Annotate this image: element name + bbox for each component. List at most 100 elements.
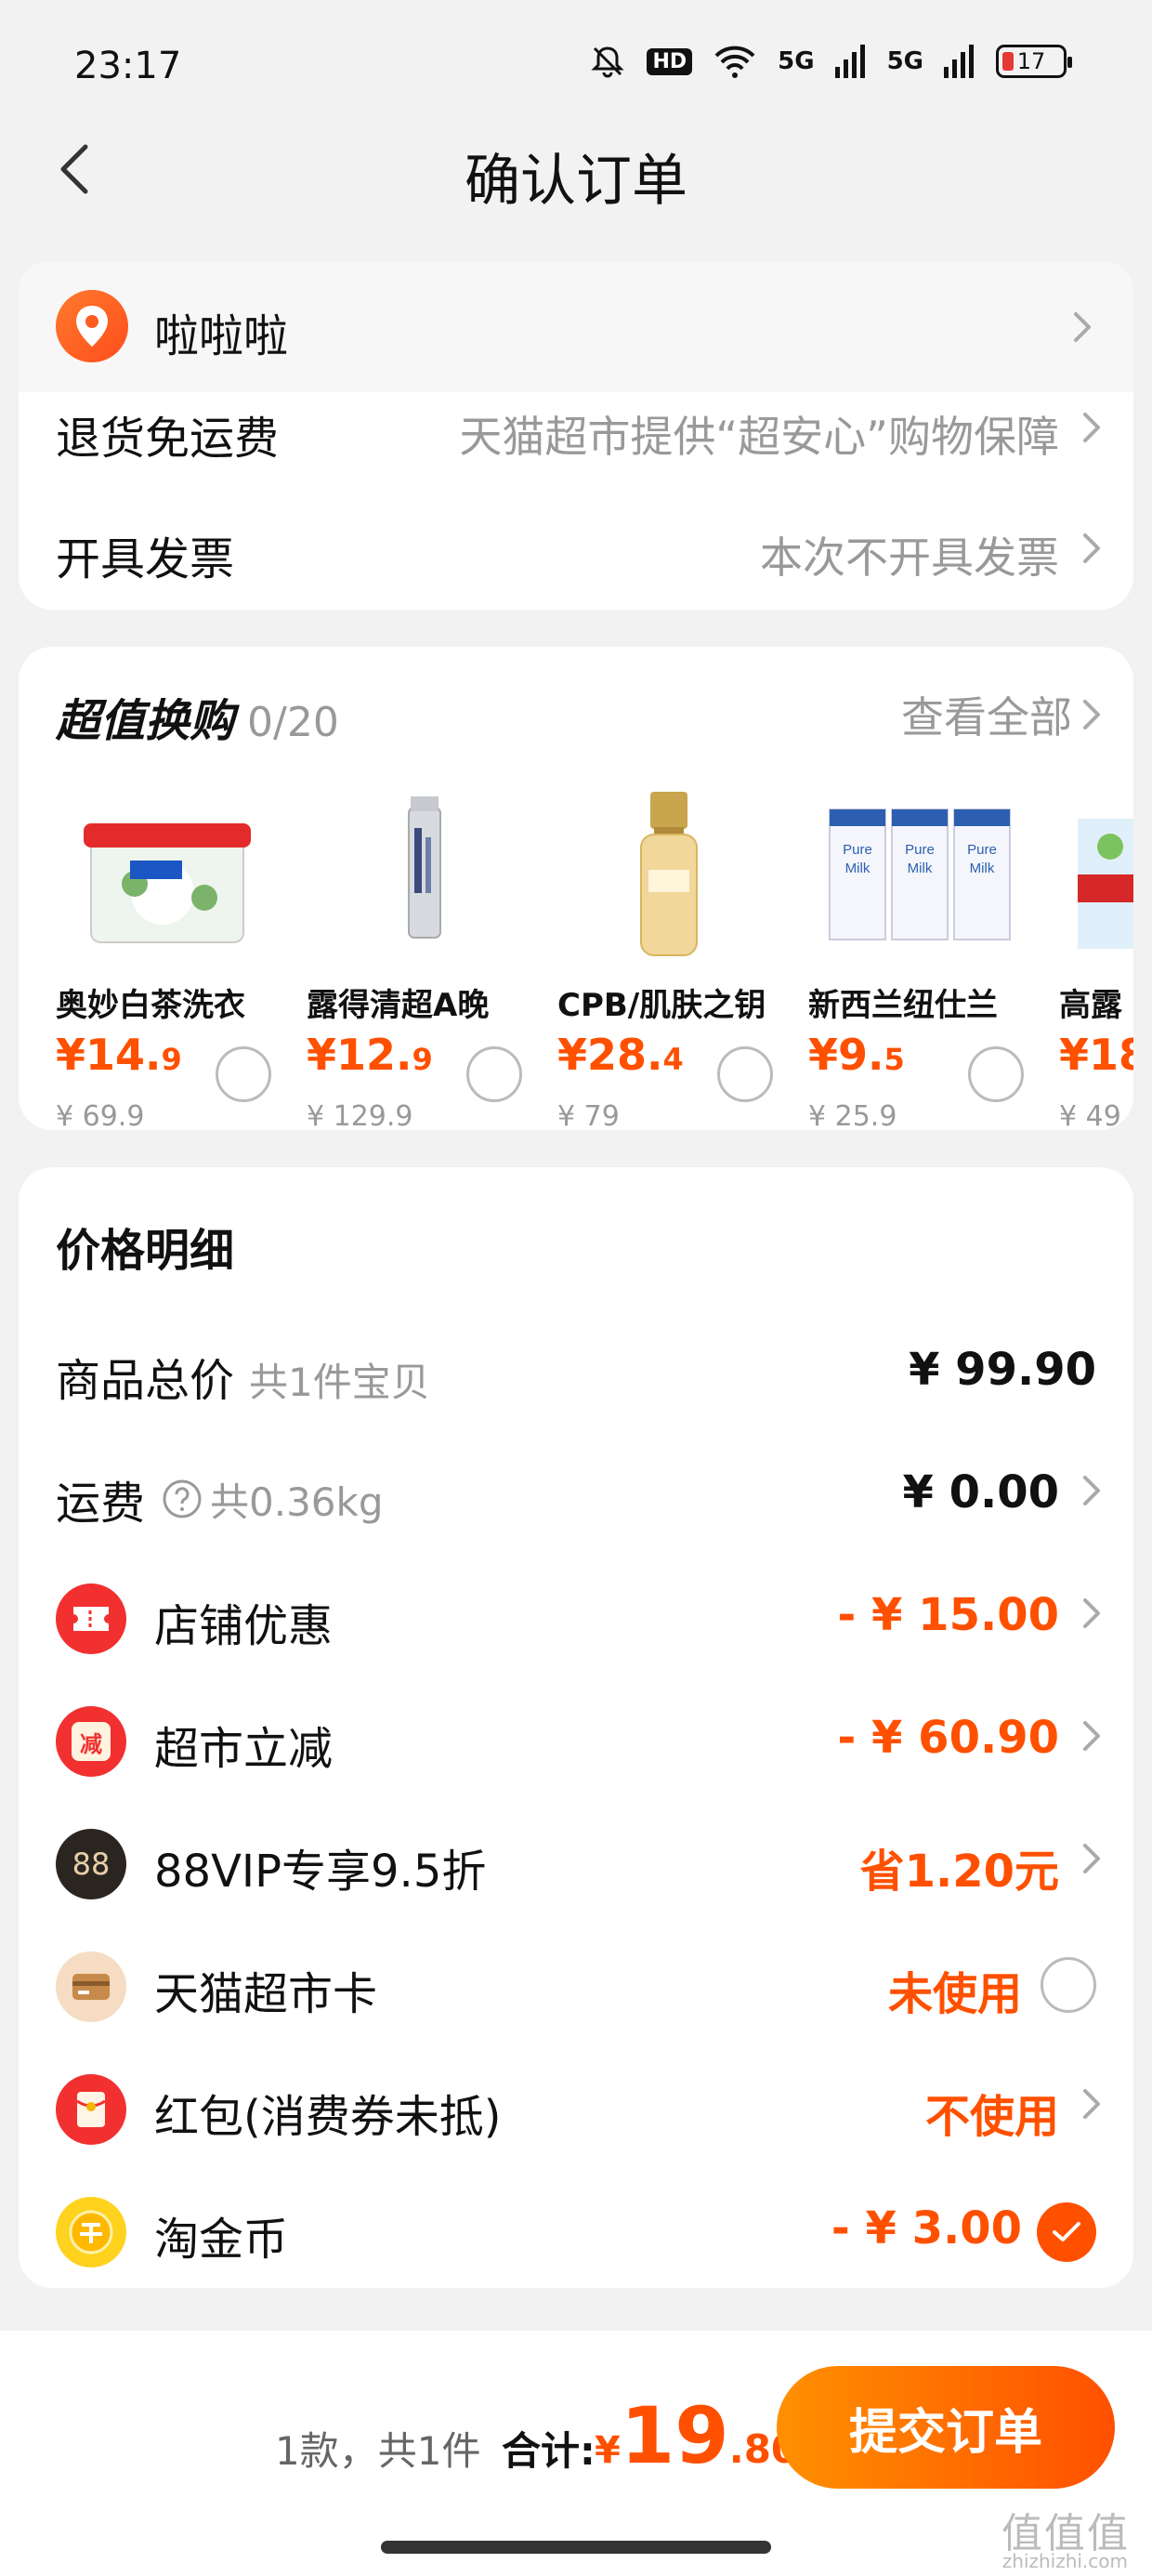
product-name: 奥妙白茶洗衣 <box>56 987 245 1024</box>
chevron-right-icon <box>1083 1476 1100 1505</box>
red-packet-label: 红包(消费券未抵) <box>154 2091 502 2143</box>
supermarket-reduction-label: 超市立减 <box>154 1723 334 1775</box>
svg-text:Pure: Pure <box>967 842 997 858</box>
exchange-product[interactable]: 高露 ¥18 ¥ 49 <box>1059 777 1133 1130</box>
vip-88-icon: 88 <box>56 1829 126 1899</box>
location-pin-icon <box>56 290 128 362</box>
shipping-label: 运费 共0.36kg <box>56 1478 384 1530</box>
subtotal-row: 商品总价 共1件宝贝 ¥ 99.90 <box>19 1316 1133 1427</box>
submit-order-button[interactable]: 提交订单 <box>777 2366 1115 2489</box>
gold-coin-row[interactable]: 淘金币 - ¥ 3.00 <box>19 2175 1133 2286</box>
chevron-right-icon <box>1083 413 1100 442</box>
nav-bar: 确认订单 <box>0 112 1152 223</box>
return-shipping-row[interactable]: 退货免运费 天猫超市提供“超安心”购物保障 <box>19 392 1133 494</box>
chevron-right-icon <box>1074 312 1091 342</box>
vip-discount-label: 88VIP专享9.5折 <box>154 1846 487 1898</box>
product-name: 新西兰纽仕兰 <box>808 987 998 1024</box>
item-count: 1款，共1件 <box>275 2428 481 2474</box>
network-5g-2: 5G <box>886 47 923 75</box>
supermarket-card-row[interactable]: 天猫超市卡 未使用 <box>19 1929 1133 2041</box>
signal-icon-2 <box>944 45 974 78</box>
gold-coin-value: - ¥ 3.00 <box>831 2202 1022 2254</box>
vip-discount-row[interactable]: 88 88VIP专享9.5折 省1.20元 <box>19 1807 1133 1918</box>
product-image-toothpaste <box>1059 777 1133 972</box>
checkout-bar: 1款，共1件 合计: ¥19.80 提交订单 <box>0 2331 1152 2576</box>
product-price: ¥14.9 <box>56 1030 182 1080</box>
vip-discount-value: 省1.20元 <box>859 1846 1059 1898</box>
product-select-radio[interactable] <box>717 1046 773 1102</box>
exchange-count: 0/20 <box>247 699 339 746</box>
shipping-value: ¥ 0.00 <box>902 1466 1059 1518</box>
chevron-right-icon <box>1083 1721 1100 1751</box>
battery-level: 17 <box>1016 48 1046 74</box>
product-image-serum <box>557 777 780 972</box>
home-indicator[interactable] <box>381 2541 771 2554</box>
svg-text:Milk: Milk <box>845 861 871 876</box>
mute-bell-icon <box>591 46 625 78</box>
view-all-link[interactable]: 查看全部 <box>901 684 1106 745</box>
signal-icon <box>834 45 865 78</box>
invoice-label: 开具发票 <box>56 533 235 585</box>
hd-icon: HD <box>647 47 693 75</box>
svg-text:Milk: Milk <box>908 861 933 876</box>
product-name: 高露 <box>1059 987 1122 1024</box>
shipping-row[interactable]: 运费 共0.36kg ¥ 0.00 <box>19 1439 1133 1550</box>
red-packet-icon <box>56 2074 126 2145</box>
view-all-label: 查看全部 <box>901 692 1072 743</box>
product-price: ¥28.4 <box>557 1030 684 1080</box>
subtotal-value: ¥ 99.90 <box>909 1344 1096 1396</box>
product-select-radio[interactable] <box>968 1046 1024 1102</box>
chevron-right-icon <box>1083 1598 1100 1628</box>
watermark-url: zhizhizhi.com <box>1001 2550 1128 2572</box>
store-discount-label: 店铺优惠 <box>154 1600 334 1652</box>
network-5g-1: 5G <box>778 47 815 75</box>
price-detail-card: 价格明细 商品总价 共1件宝贝 ¥ 99.90 运费 共0.36kg ¥ 0.00… <box>19 1167 1133 2288</box>
address-selector[interactable]: 啦啦啦 <box>19 262 1133 392</box>
red-packet-value: 不使用 <box>924 2091 1059 2143</box>
gold-coin-label: 淘金币 <box>154 2214 289 2266</box>
address-name: 啦啦啦 <box>154 310 289 362</box>
product-original-price: ¥ 129.9 <box>307 1100 413 1130</box>
status-time: 23:17 <box>74 45 182 87</box>
wifi-icon <box>714 46 755 78</box>
product-select-radio[interactable] <box>216 1046 271 1102</box>
coupon-icon <box>56 1584 126 1654</box>
product-select-radio[interactable] <box>466 1046 522 1102</box>
product-image-detergent <box>56 777 279 972</box>
svg-text:Milk: Milk <box>970 861 995 876</box>
services-card: 退货免运费 天猫超市提供“超安心”购物保障 开具发票 本次不开具发票 <box>19 392 1133 610</box>
exchange-title: 超值换购 <box>56 695 235 747</box>
product-name: 露得清超A晚 <box>307 987 490 1024</box>
product-price: ¥18 <box>1059 1030 1133 1080</box>
card-icon <box>56 1952 126 2022</box>
product-original-price: ¥ 79 <box>557 1100 620 1130</box>
supermarket-card-toggle[interactable] <box>1041 1957 1096 2013</box>
invoice-row[interactable]: 开具发票 本次不开具发票 <box>19 504 1133 606</box>
gold-coin-icon <box>56 2197 126 2267</box>
red-packet-row[interactable]: 红包(消费券未抵) 不使用 <box>19 2052 1133 2163</box>
svg-text:Pure: Pure <box>843 842 872 858</box>
total-amount: ¥19.80 <box>595 2390 799 2481</box>
supermarket-reduction-row[interactable]: 减 超市立减 - ¥ 60.90 <box>19 1684 1133 1795</box>
product-name: CPB/肌肤之钥 <box>557 987 766 1024</box>
gold-coin-checked-icon[interactable] <box>1037 2202 1096 2262</box>
help-icon[interactable] <box>162 1479 203 1519</box>
invoice-value: 本次不开具发票 <box>760 532 1059 583</box>
product-original-price: ¥ 25.9 <box>808 1100 897 1130</box>
chevron-right-icon <box>1083 533 1100 563</box>
reduction-icon: 减 <box>56 1706 126 1777</box>
page-title: 确认订单 <box>465 149 687 214</box>
return-shipping-value: 天猫超市提供“超安心”购物保障 <box>459 412 1059 462</box>
chevron-right-icon <box>1083 700 1100 729</box>
supermarket-card-value: 未使用 <box>887 1968 1022 2020</box>
battery-icon: 17 <box>996 45 1072 78</box>
product-image-cream <box>307 777 530 972</box>
supermarket-card-label: 天猫超市卡 <box>154 1968 378 2020</box>
supermarket-reduction-value: - ¥ 60.90 <box>837 1712 1059 1764</box>
exchange-card: 超值换购 0/20 查看全部 奥妙白茶洗衣 ¥14.9 ¥ 69.9 露得清超A… <box>19 647 1133 1130</box>
product-original-price: ¥ 69.9 <box>56 1100 145 1130</box>
svg-text:Pure: Pure <box>905 842 935 858</box>
store-discount-row[interactable]: 店铺优惠 - ¥ 15.00 <box>19 1561 1133 1673</box>
product-image-milk: Pure Milk Pure Milk Pure Milk <box>808 777 1031 972</box>
subtotal-label: 商品总价 共1件宝贝 <box>56 1355 430 1407</box>
